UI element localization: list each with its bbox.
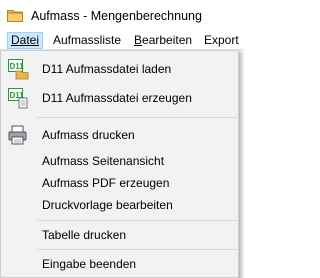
menu-item-label: Aufmass drucken xyxy=(42,128,135,142)
menu-item-d11-erzeugen[interactable]: D11 D11 Aufmassdatei erzeugen xyxy=(3,87,237,109)
menu-separator xyxy=(37,117,237,118)
d11-open-icon: D11 xyxy=(7,58,29,80)
d11-icon-text: D11 xyxy=(10,62,25,71)
menu-item-label: D11 Aufmassdatei laden xyxy=(42,62,172,76)
menu-aufmassliste-label: Aufmassliste xyxy=(53,33,122,47)
menu-bar: Datei Aufmassliste Bearbeiten Export xyxy=(0,31,244,50)
menu-item-seitenansicht[interactable]: Aufmass Seitenansicht xyxy=(3,150,237,172)
menu-export[interactable]: Export xyxy=(200,32,243,49)
menu-item-label: Aufmass PDF erzeugen xyxy=(42,176,170,190)
folder-app-icon xyxy=(7,8,23,22)
menu-item-label: Aufmass Seitenansicht xyxy=(42,154,165,168)
menu-datei-label: Datei xyxy=(11,33,40,47)
menu-aufmassliste[interactable]: Aufmassliste xyxy=(49,32,125,49)
menu-separator xyxy=(37,249,237,250)
menu-datei[interactable]: Datei xyxy=(7,32,44,49)
menu-separator xyxy=(37,220,237,221)
title-bar: Aufmass - Mengenberechnung xyxy=(0,0,244,31)
menu-item-tabelle-drucken[interactable]: Tabelle drucken xyxy=(3,224,237,246)
app-window: Aufmass - Mengenberechnung Datei Aufmass… xyxy=(0,0,244,278)
menu-item-aufmass-drucken[interactable]: Aufmass drucken xyxy=(3,124,237,146)
d11-create-icon: D11 xyxy=(7,87,29,109)
menu-bearbeiten-label: Bearbeiten xyxy=(134,33,193,47)
menu-bearbeiten[interactable]: Bearbeiten xyxy=(130,32,196,49)
menu-item-label: Druckvorlage bearbeiten xyxy=(42,198,173,212)
printer-icon xyxy=(7,124,29,146)
menu-item-d11-laden[interactable]: D11 D11 Aufmassdatei laden xyxy=(3,58,237,80)
menu-export-label: Export xyxy=(204,33,239,47)
menu-item-label: Eingabe beenden xyxy=(42,257,137,271)
menu-item-druckvorlage[interactable]: Druckvorlage bearbeiten xyxy=(3,194,237,216)
window-title: Aufmass - Mengenberechnung xyxy=(31,9,202,23)
menu-item-label: D11 Aufmassdatei erzeugen xyxy=(42,91,192,105)
menu-item-eingabe-beenden[interactable]: Eingabe beenden xyxy=(3,253,237,275)
menu-item-pdf-erzeugen[interactable]: Aufmass PDF erzeugen xyxy=(3,172,237,194)
menu-item-label: Tabelle drucken xyxy=(42,228,127,242)
datei-dropdown-menu: D11 D11 Aufmassdatei laden D11 D11 Aufma… xyxy=(0,50,239,278)
